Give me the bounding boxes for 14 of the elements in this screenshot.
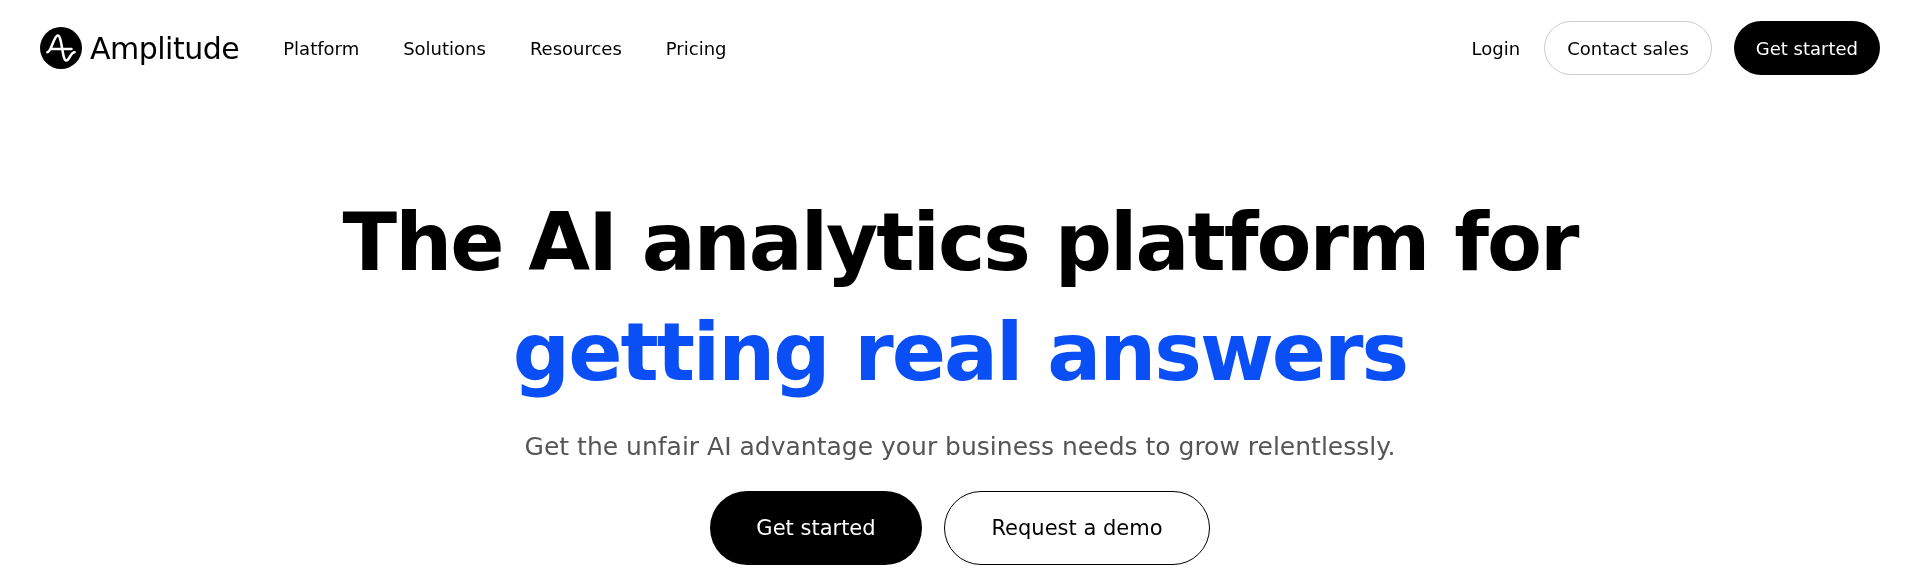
- hero-highlight: getting real answers: [512, 305, 1408, 401]
- nav-link[interactable]: Pricing: [661, 33, 731, 63]
- header-button[interactable]: Contact sales: [1544, 21, 1712, 75]
- login-link[interactable]: Login: [1469, 21, 1523, 75]
- logo-icon: [40, 27, 82, 69]
- cta-button[interactable]: Get started: [710, 491, 922, 565]
- nav-link[interactable]: Resources: [525, 33, 626, 63]
- hero-subtitle: Get the unfair AI advantage your business needs to grow relentlessly.: [524, 432, 1396, 461]
- nav-link[interactable]: Solutions: [399, 33, 490, 63]
- cta-button[interactable]: Request a demo: [944, 491, 1210, 565]
- nav-link[interactable]: Platform: [279, 33, 364, 63]
- logo-text[interactable]: Amplitude: [90, 30, 240, 66]
- header-button[interactable]: Get started: [1733, 21, 1880, 75]
- hero-title: The AI analytics platform for: [342, 195, 1578, 291]
